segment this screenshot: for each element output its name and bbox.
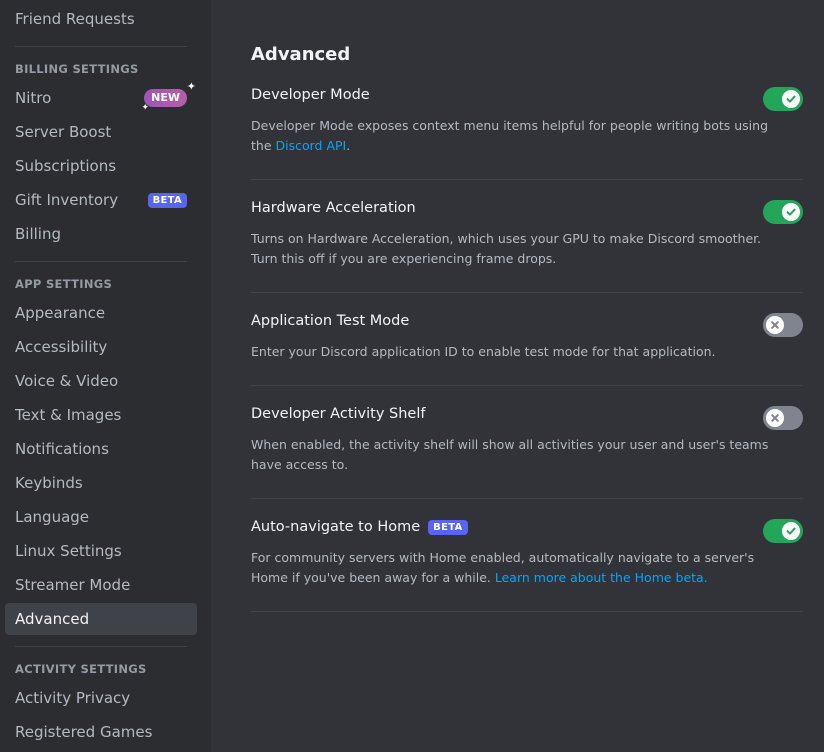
toggle-knob — [766, 316, 784, 334]
toggle-knob — [782, 90, 800, 108]
sidebar-item-label: Accessibility — [15, 338, 108, 356]
sidebar-item-linux-settings[interactable]: Linux Settings — [5, 535, 197, 567]
toggle-knob — [782, 203, 800, 221]
sidebar-item-label: Activity Privacy — [15, 689, 131, 707]
developer-mode-toggle[interactable] — [763, 87, 803, 111]
sparkle-icon: ✦ — [141, 103, 149, 113]
sidebar-item-keybinds[interactable]: Keybinds — [5, 467, 197, 499]
sidebar-item-gift-inventory[interactable]: Gift Inventory BETA — [5, 184, 197, 216]
activity-settings-header: ACTIVITY SETTINGS — [15, 662, 147, 676]
setting-hardware-acceleration: Hardware Acceleration Turns on Hardware … — [251, 200, 803, 293]
sidebar-item-text-images[interactable]: Text & Images — [5, 399, 197, 431]
sidebar-item-label: Gift Inventory — [15, 191, 119, 209]
setting-title: Hardware Acceleration — [251, 200, 416, 216]
sidebar-item-label: Billing — [15, 225, 61, 243]
setting-description: Turns on Hardware Acceleration, which us… — [251, 231, 762, 266]
sidebar-item-label: Notifications — [15, 440, 109, 458]
sidebar-item-subscriptions[interactable]: Subscriptions — [5, 150, 197, 182]
sidebar-divider — [15, 261, 187, 262]
setting-title: Developer Activity Shelf — [251, 406, 426, 422]
sidebar-item-label: Friend Requests — [15, 10, 135, 28]
sidebar-item-label: Appearance — [15, 304, 106, 322]
sidebar-item-label: Language — [15, 508, 90, 526]
sidebar-item-label: Text & Images — [15, 406, 122, 424]
sidebar-item-friend-requests[interactable]: Friend Requests — [5, 3, 197, 35]
setting-auto-navigate-home: Auto-navigate to Home BETA For community… — [251, 519, 803, 612]
settings-sidebar: Friend Requests BILLING SETTINGS Nitro N… — [0, 0, 211, 752]
close-icon — [771, 414, 779, 422]
sidebar-item-voice-video[interactable]: Voice & Video — [5, 365, 197, 397]
page-title: Advanced — [251, 44, 351, 65]
setting-developer-activity-shelf: Developer Activity Shelf When enabled, t… — [251, 406, 803, 499]
new-badge: NEW — [144, 89, 187, 107]
sidebar-item-registered-games[interactable]: Registered Games — [5, 716, 197, 748]
sidebar-item-streamer-mode[interactable]: Streamer Mode — [5, 569, 197, 601]
sidebar-item-language[interactable]: Language — [5, 501, 197, 533]
setting-description: For community servers with Home enabled,… — [251, 550, 755, 585]
home-beta-link[interactable]: Learn more about the Home beta. — [495, 570, 708, 585]
sidebar-divider — [15, 646, 187, 647]
sidebar-item-label: Nitro — [15, 89, 52, 107]
sidebar-item-label: Subscriptions — [15, 157, 117, 175]
setting-title: Developer Mode — [251, 87, 370, 103]
sidebar-item-label: Voice & Video — [15, 372, 119, 390]
sidebar-item-label: Server Boost — [15, 123, 112, 141]
setting-description: When enabled, the activity shelf will sh… — [251, 437, 769, 472]
sidebar-item-label: Registered Games — [15, 723, 153, 741]
close-icon — [771, 321, 779, 329]
beta-badge: BETA — [147, 193, 187, 208]
sidebar-item-server-boost[interactable]: Server Boost — [5, 116, 197, 148]
hardware-acceleration-toggle[interactable] — [763, 200, 803, 224]
application-test-mode-toggle[interactable] — [763, 313, 803, 337]
setting-application-test-mode: Application Test Mode Enter your Discord… — [251, 313, 803, 386]
setting-title: Application Test Mode — [251, 313, 410, 329]
toggle-knob — [766, 409, 784, 427]
sidebar-item-appearance[interactable]: Appearance — [5, 297, 197, 329]
sidebar-item-label: Linux Settings — [15, 542, 122, 560]
check-icon — [786, 527, 796, 535]
sidebar-item-label: Keybinds — [15, 474, 83, 492]
sparkle-icon: ✦ — [186, 80, 196, 93]
sidebar-item-accessibility[interactable]: Accessibility — [5, 331, 197, 363]
sidebar-item-label: Advanced — [15, 610, 90, 628]
setting-title: Auto-navigate to Home BETA — [251, 519, 468, 535]
sidebar-item-billing[interactable]: Billing — [5, 218, 197, 250]
setting-developer-mode: Developer Mode Developer Mode exposes co… — [251, 87, 803, 180]
sidebar-item-advanced[interactable]: Advanced — [5, 603, 197, 635]
sidebar-item-label: Streamer Mode — [15, 576, 131, 594]
check-icon — [786, 95, 796, 103]
sidebar-item-nitro[interactable]: Nitro NEW ✦ ✦ — [5, 80, 197, 114]
developer-activity-shelf-toggle[interactable] — [763, 406, 803, 430]
billing-settings-header: BILLING SETTINGS — [15, 62, 139, 76]
check-icon — [786, 208, 796, 216]
discord-api-link[interactable]: Discord API — [276, 138, 347, 153]
sidebar-item-activity-privacy[interactable]: Activity Privacy — [5, 682, 197, 714]
setting-description: Developer Mode exposes context menu item… — [251, 118, 768, 153]
app-settings-header: APP SETTINGS — [15, 277, 113, 291]
beta-badge: BETA — [428, 519, 468, 535]
sidebar-divider — [15, 46, 187, 47]
toggle-knob — [782, 522, 800, 540]
auto-navigate-home-toggle[interactable] — [763, 519, 803, 543]
sidebar-item-notifications[interactable]: Notifications — [5, 433, 197, 465]
setting-description: Enter your Discord application ID to ena… — [251, 344, 716, 359]
